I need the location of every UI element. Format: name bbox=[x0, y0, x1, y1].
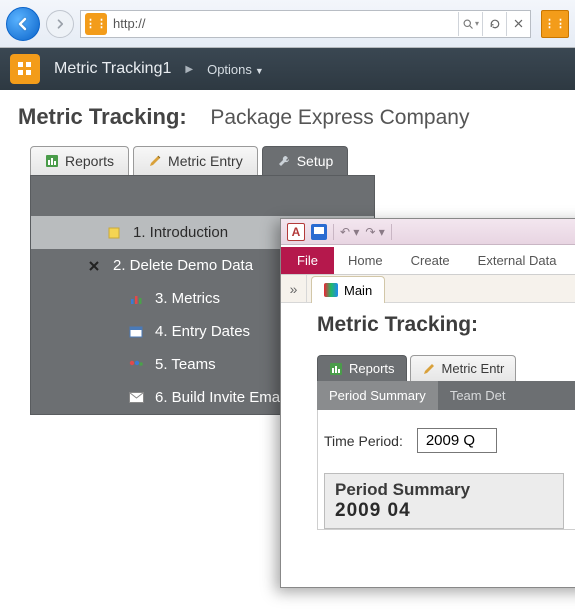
tab-reports[interactable]: Reports bbox=[30, 146, 129, 175]
chevron-right-icon: ▶ bbox=[185, 64, 193, 75]
refresh-button[interactable] bbox=[482, 12, 506, 36]
tab-reports-label: Reports bbox=[65, 153, 114, 169]
calendar-icon bbox=[127, 325, 145, 339]
app-logo-icon bbox=[10, 54, 40, 84]
arrow-right-icon bbox=[54, 18, 66, 30]
setup-item-label: 4. Entry Dates bbox=[155, 323, 250, 340]
doc-tab-label: Main bbox=[344, 283, 372, 298]
mail-icon bbox=[127, 391, 145, 405]
access-app-icon[interactable]: A bbox=[287, 223, 305, 241]
overlay-subtabs: Period Summary Team Det bbox=[317, 381, 575, 410]
app-title[interactable]: Metric Tracking1 bbox=[54, 60, 171, 78]
access-docbar: » Main bbox=[281, 275, 575, 303]
overlay-form: Time Period: 2009 Q Period Summary 2009 … bbox=[317, 410, 575, 530]
reports-icon bbox=[45, 154, 59, 168]
access-body: Metric Tracking: Reports Metric Entr Per… bbox=[281, 303, 575, 530]
options-menu[interactable]: Options▼ bbox=[207, 62, 264, 77]
setup-item-label: 1. Introduction bbox=[133, 224, 228, 241]
time-period-label: Time Period: bbox=[324, 433, 403, 449]
nav-expand-icon[interactable]: » bbox=[281, 275, 307, 302]
setup-item-label: 5. Teams bbox=[155, 356, 216, 373]
ribbon-home[interactable]: Home bbox=[334, 247, 397, 274]
access-titlebar: A ↶ ▾ ↷ ▾ bbox=[281, 219, 575, 245]
note-icon bbox=[105, 226, 123, 240]
setup-item-label: 3. Metrics bbox=[155, 290, 220, 307]
address-bar: ⋮⋮ ▾ bbox=[80, 10, 531, 38]
delete-icon bbox=[85, 259, 103, 273]
overlay-heading: Metric Tracking: bbox=[317, 313, 575, 337]
url-input[interactable] bbox=[111, 16, 458, 31]
site-icon: ⋮⋮ bbox=[85, 13, 107, 35]
time-period-select[interactable]: 2009 Q bbox=[417, 428, 497, 453]
people-icon bbox=[127, 358, 145, 372]
back-button[interactable] bbox=[6, 7, 40, 41]
access-ribbon: File Home Create External Data bbox=[281, 245, 575, 275]
search-icon[interactable]: ▾ bbox=[458, 12, 482, 36]
browser-toolbar: ⋮⋮ ▾ ⋮⋮ bbox=[0, 0, 575, 48]
tab-setup[interactable]: Setup bbox=[262, 146, 349, 175]
arrow-left-icon bbox=[15, 16, 31, 32]
overlay-tab-reports[interactable]: Reports bbox=[317, 355, 407, 381]
period-summary-header: Period Summary 2009 04 bbox=[324, 473, 564, 529]
caret-down-icon: ▼ bbox=[255, 66, 264, 76]
form-icon bbox=[324, 283, 338, 297]
wrench-icon bbox=[277, 154, 291, 168]
tab-metric-entry[interactable]: Metric Entry bbox=[133, 146, 258, 175]
forward-button[interactable] bbox=[46, 10, 74, 38]
setup-item-label: 6. Build Invite Email bbox=[155, 389, 287, 406]
setup-item-label: 2. Delete Demo Data bbox=[113, 257, 253, 274]
app-header: Metric Tracking1 ▶ Options▼ bbox=[0, 48, 575, 90]
access-window: A ↶ ▾ ↷ ▾ File Home Create External Data… bbox=[280, 218, 575, 588]
tab-setup-label: Setup bbox=[297, 153, 334, 169]
period-summary-title: Period Summary bbox=[335, 480, 553, 500]
browser-tab-icon[interactable]: ⋮⋮ bbox=[541, 10, 569, 38]
pencil-icon bbox=[422, 362, 436, 376]
redo-icon[interactable]: ↷ ▾ bbox=[365, 225, 384, 239]
stop-button[interactable] bbox=[506, 12, 530, 36]
overlay-tab-reports-label: Reports bbox=[349, 361, 395, 376]
undo-icon[interactable]: ↶ ▾ bbox=[340, 225, 359, 239]
options-label: Options bbox=[207, 62, 252, 77]
company-name: Package Express Company bbox=[210, 106, 469, 129]
subtab-period-summary[interactable]: Period Summary bbox=[317, 381, 438, 410]
overlay-tabstrip: Reports Metric Entr bbox=[317, 355, 575, 381]
main-tabstrip: Reports Metric Entry Setup bbox=[30, 146, 575, 175]
overlay-tab-metric-entry-label: Metric Entr bbox=[442, 361, 505, 376]
doc-tab-main[interactable]: Main bbox=[311, 276, 385, 303]
ribbon-create[interactable]: Create bbox=[397, 247, 464, 274]
ribbon-file[interactable]: File bbox=[281, 247, 334, 274]
page-title: Metric Tracking: bbox=[18, 104, 187, 129]
ribbon-external-data[interactable]: External Data bbox=[464, 247, 571, 274]
overlay-tab-metric-entry[interactable]: Metric Entr bbox=[410, 355, 517, 381]
page-heading-row: Metric Tracking: Package Express Company bbox=[0, 90, 575, 140]
period-summary-value: 2009 04 bbox=[335, 500, 553, 522]
reports-icon bbox=[329, 362, 343, 376]
tab-metric-entry-label: Metric Entry bbox=[168, 153, 243, 169]
bar-chart-icon bbox=[127, 292, 145, 306]
save-icon[interactable] bbox=[311, 224, 327, 240]
subtab-team-details[interactable]: Team Det bbox=[438, 381, 518, 410]
pencil-icon bbox=[148, 154, 162, 168]
